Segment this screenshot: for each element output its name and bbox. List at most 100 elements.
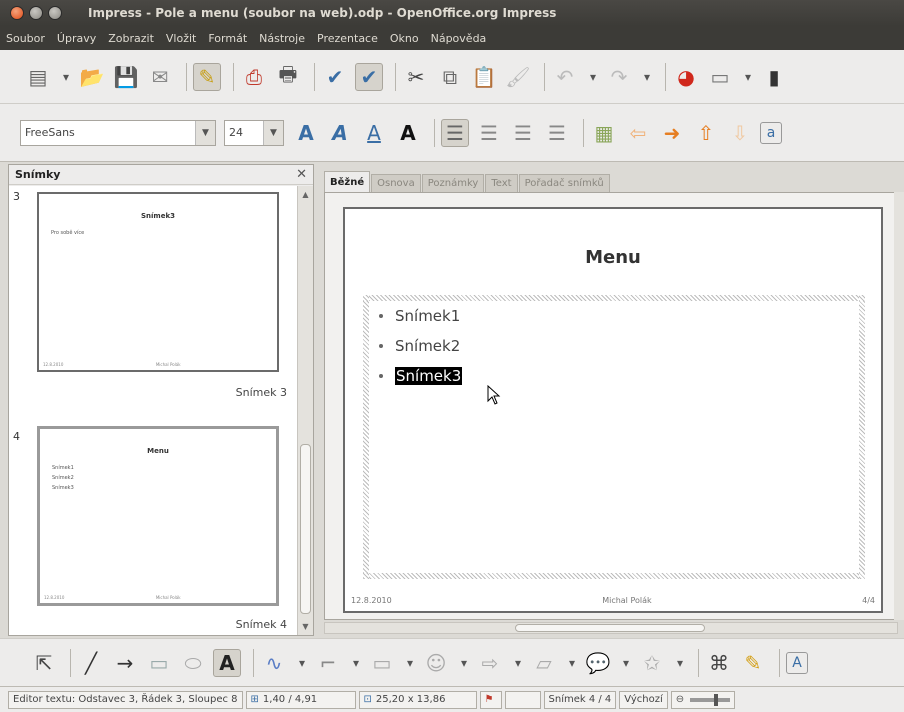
- digital-signature-field[interactable]: [504, 690, 541, 709]
- points-icon[interactable]: ⌘: [705, 649, 733, 677]
- menu-prezentace[interactable]: Prezentace: [317, 32, 378, 45]
- curve-dropdown-icon[interactable]: ▾: [294, 649, 310, 677]
- scrollbar-thumb[interactable]: [300, 444, 311, 614]
- line-icon[interactable]: ╱: [77, 649, 105, 677]
- tab-poznamky[interactable]: Poznámky: [421, 174, 485, 192]
- redo-icon[interactable]: ↷: [605, 63, 633, 91]
- basic-shapes-dropdown-icon[interactable]: ▾: [402, 649, 418, 677]
- menu-okno[interactable]: Okno: [390, 32, 419, 45]
- bullet-text[interactable]: Snímek2: [395, 337, 460, 355]
- bullets-on-off-icon[interactable]: ▦: [590, 119, 618, 147]
- toolbar-handle-icon[interactable]: ▮: [760, 63, 788, 91]
- text-tool-icon[interactable]: A: [213, 648, 241, 677]
- character-icon[interactable]: a: [760, 121, 782, 144]
- text-frame-content[interactable]: Snímek1 Snímek2 Snímek3: [369, 301, 859, 573]
- text-frame-selected[interactable]: Snímek1 Snímek2 Snímek3: [363, 295, 865, 579]
- bullet-text[interactable]: Snímek1: [395, 307, 460, 325]
- close-window-button[interactable]: [10, 6, 24, 20]
- align-left-icon[interactable]: ☰: [441, 118, 469, 147]
- paste-icon[interactable]: 📋: [470, 63, 498, 91]
- bullet-item[interactable]: Snímek1: [379, 307, 849, 325]
- format-paintbrush-icon[interactable]: 🖌: [504, 63, 532, 91]
- arrow-right-icon[interactable]: ➜: [658, 119, 686, 147]
- rectangle-icon[interactable]: ▭: [145, 649, 173, 677]
- symbol-shapes-dropdown-icon[interactable]: ▾: [456, 649, 472, 677]
- menu-format[interactable]: Formát: [208, 32, 247, 45]
- bullet-item[interactable]: Snímek3: [379, 367, 849, 385]
- open-folder-icon[interactable]: 📂: [78, 63, 106, 91]
- tab-poradac-snimku[interactable]: Pořadač snímků: [518, 174, 610, 192]
- tab-text[interactable]: Text: [485, 174, 518, 192]
- print-icon[interactable]: 🖶: [274, 62, 302, 91]
- outline-text-icon[interactable]: A: [292, 119, 320, 147]
- email-icon[interactable]: ✉: [146, 63, 174, 91]
- arrow-down-icon[interactable]: ⇩: [726, 119, 754, 147]
- status-layout[interactable]: Výchozí: [619, 690, 668, 709]
- zoom-out-icon[interactable]: ⊖: [676, 694, 684, 705]
- chevron-down-icon[interactable]: ▼: [195, 120, 215, 145]
- slide-title[interactable]: Menu: [345, 247, 881, 268]
- bullet-text-selected[interactable]: Snímek3: [395, 367, 463, 385]
- shadow-text-icon[interactable]: A: [326, 119, 354, 147]
- undo-icon[interactable]: ↶: [551, 63, 579, 91]
- stars-dropdown-icon[interactable]: ▾: [672, 649, 688, 677]
- justify-icon[interactable]: ☰: [543, 119, 571, 147]
- undo-dropdown-icon[interactable]: ▾: [585, 63, 601, 91]
- callouts-icon[interactable]: 💬: [584, 649, 612, 677]
- font-size-combo[interactable]: 24 ▼: [224, 119, 284, 146]
- maximize-window-button[interactable]: [48, 6, 62, 20]
- font-name-combo[interactable]: FreeSans ▼: [20, 119, 216, 146]
- editor-vertical-scrollbar[interactable]: [894, 192, 904, 620]
- menu-vlozit[interactable]: Vložit: [166, 32, 196, 45]
- select-pointer-icon[interactable]: ⇱: [30, 649, 58, 677]
- connector-icon[interactable]: ⌐: [314, 649, 342, 677]
- slide-thumbnail-3[interactable]: Snímek3 Pro sobě více 12.8.2010 Michal P…: [37, 192, 279, 372]
- autospellcheck-icon[interactable]: ✔: [355, 62, 383, 91]
- arrow-up-icon[interactable]: ⇧: [692, 119, 720, 147]
- align-center-icon[interactable]: ☰: [475, 119, 503, 147]
- curve-icon[interactable]: ∿: [260, 649, 288, 677]
- editor-horizontal-scrollbar[interactable]: [324, 622, 898, 634]
- font-color-icon[interactable]: A: [394, 119, 422, 147]
- spellcheck-icon[interactable]: ✔: [321, 63, 349, 91]
- menu-upravy[interactable]: Úpravy: [57, 32, 96, 45]
- align-right-icon[interactable]: ☰: [509, 119, 537, 147]
- flowchart-dropdown-icon[interactable]: ▾: [564, 649, 580, 677]
- chevron-down-icon[interactable]: ▼: [263, 120, 283, 145]
- new-dropdown-icon[interactable]: ▾: [58, 63, 74, 91]
- tab-bezne[interactable]: Běžné: [324, 171, 371, 192]
- menu-nastroje[interactable]: Nástroje: [259, 32, 305, 45]
- stars-icon[interactable]: ✩: [638, 649, 666, 677]
- symbol-shapes-icon[interactable]: ☺: [422, 649, 450, 677]
- slides-pane-scrollbar[interactable]: ▲ ▼: [297, 186, 313, 635]
- callouts-dropdown-icon[interactable]: ▾: [618, 649, 634, 677]
- menu-soubor[interactable]: Soubor: [6, 32, 45, 45]
- arrow-left-icon[interactable]: ⇦: [624, 119, 652, 147]
- line-arrow-icon[interactable]: →: [111, 649, 139, 677]
- table-icon[interactable]: ▭: [706, 63, 734, 91]
- save-icon[interactable]: 💾: [112, 63, 140, 91]
- glue-points-icon[interactable]: ✎: [739, 649, 767, 677]
- underline-text-icon[interactable]: A: [360, 119, 388, 147]
- block-arrows-dropdown-icon[interactable]: ▾: [510, 649, 526, 677]
- menu-zobrazit[interactable]: Zobrazit: [108, 32, 154, 45]
- zoom-slider-track[interactable]: [690, 693, 730, 706]
- menu-napoveda[interactable]: Nápověda: [431, 32, 487, 45]
- chart-icon[interactable]: ◕: [672, 63, 700, 91]
- scrollbar-thumb[interactable]: [515, 624, 705, 632]
- connector-dropdown-icon[interactable]: ▾: [348, 649, 364, 677]
- document-modified-icon[interactable]: ⚑: [479, 690, 502, 709]
- edit-file-icon[interactable]: ✎: [193, 62, 221, 91]
- cut-icon[interactable]: ✂: [402, 63, 430, 91]
- slide-thumbnail-4[interactable]: Menu Snímek1 Snímek2 Snímek3 12.8.2010 M…: [37, 426, 279, 606]
- redo-dropdown-icon[interactable]: ▾: [639, 63, 655, 91]
- minimize-window-button[interactable]: [29, 6, 43, 20]
- ellipse-icon[interactable]: ⬭: [179, 649, 207, 677]
- scroll-down-icon[interactable]: ▼: [298, 622, 313, 631]
- close-icon[interactable]: ✕: [296, 167, 307, 182]
- new-document-icon[interactable]: ▤: [24, 63, 52, 91]
- copy-icon[interactable]: ⧉: [436, 63, 464, 91]
- fontwork-icon[interactable]: A: [786, 651, 808, 674]
- basic-shapes-icon[interactable]: ▭: [368, 649, 396, 677]
- current-slide[interactable]: Menu Snímek1 Snímek2 Snímek3 12.8.2010 M…: [343, 207, 883, 613]
